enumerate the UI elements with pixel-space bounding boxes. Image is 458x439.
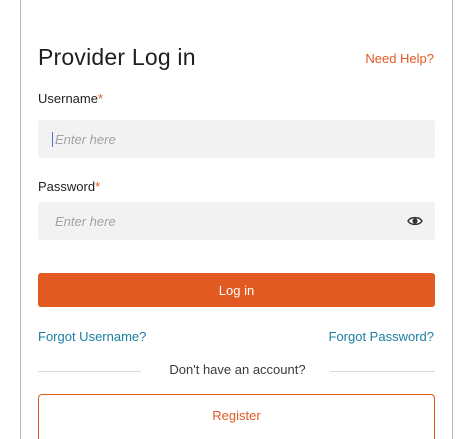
eye-icon[interactable] <box>407 213 423 229</box>
username-field[interactable] <box>38 120 435 158</box>
username-label: Username* <box>38 91 103 106</box>
forgot-username-link[interactable]: Forgot Username? <box>38 329 146 344</box>
required-marker: * <box>97 91 104 106</box>
password-input[interactable] <box>38 202 435 240</box>
divider-line-right <box>330 371 435 372</box>
forgot-password-link[interactable]: Forgot Password? <box>329 329 435 344</box>
password-field[interactable] <box>38 202 435 240</box>
login-button[interactable]: Log in <box>38 273 435 307</box>
register-button[interactable]: Register <box>38 394 435 439</box>
page-title: Provider Log in <box>38 44 196 70</box>
required-marker: * <box>95 179 101 194</box>
username-input[interactable] <box>38 120 435 158</box>
login-card: Provider Log in Need Help? Username* Pas… <box>20 0 453 439</box>
password-label: Password* <box>38 179 100 194</box>
password-label-text: Password <box>38 179 96 194</box>
no-account-text: Don't have an account? <box>169 362 306 377</box>
username-label-text: Username <box>38 91 98 106</box>
text-cursor <box>52 132 53 147</box>
need-help-link[interactable]: Need Help? <box>365 51 434 66</box>
